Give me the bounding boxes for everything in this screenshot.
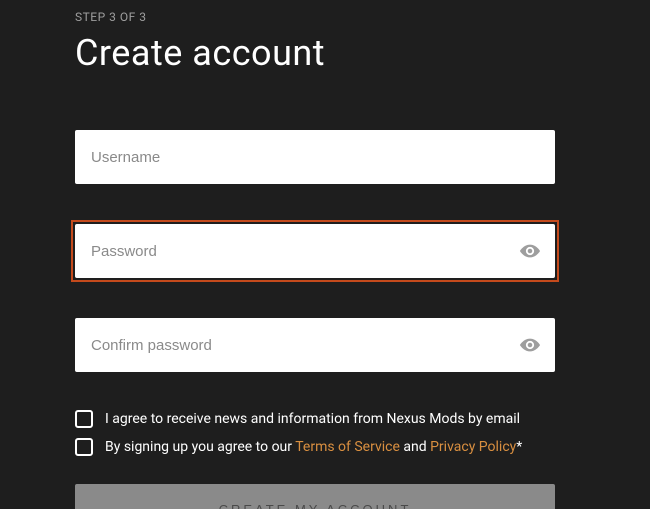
page-title: Create account [75,32,575,74]
news-consent-row: I agree to receive news and information … [75,410,575,428]
step-label: STEP 3 OF 3 [75,10,575,24]
password-field-wrapper [75,224,555,278]
news-checkbox[interactable] [75,410,93,428]
terms-of-service-link[interactable]: Terms of Service [295,439,400,455]
terms-prefix: By signing up you agree to our [105,439,295,455]
eye-icon[interactable] [519,240,541,262]
create-account-button[interactable]: CREATE MY ACCOUNT [75,484,555,509]
privacy-policy-link[interactable]: Privacy Policy [430,439,516,455]
consent-section: I agree to receive news and information … [75,410,575,456]
confirm-password-input[interactable] [75,318,555,372]
confirm-password-field-wrapper [75,318,555,372]
password-input[interactable] [75,224,555,278]
username-field-wrapper [75,130,555,184]
terms-consent-label: By signing up you agree to our Terms of … [105,438,522,456]
create-account-form: STEP 3 OF 3 Create account I agree to re… [0,0,650,509]
news-consent-label: I agree to receive news and information … [105,410,520,428]
terms-mid: and [400,439,430,455]
required-asterisk: * [516,439,522,455]
username-input[interactable] [75,130,555,184]
terms-consent-row: By signing up you agree to our Terms of … [75,438,575,456]
eye-icon[interactable] [519,334,541,356]
terms-checkbox[interactable] [75,438,93,456]
